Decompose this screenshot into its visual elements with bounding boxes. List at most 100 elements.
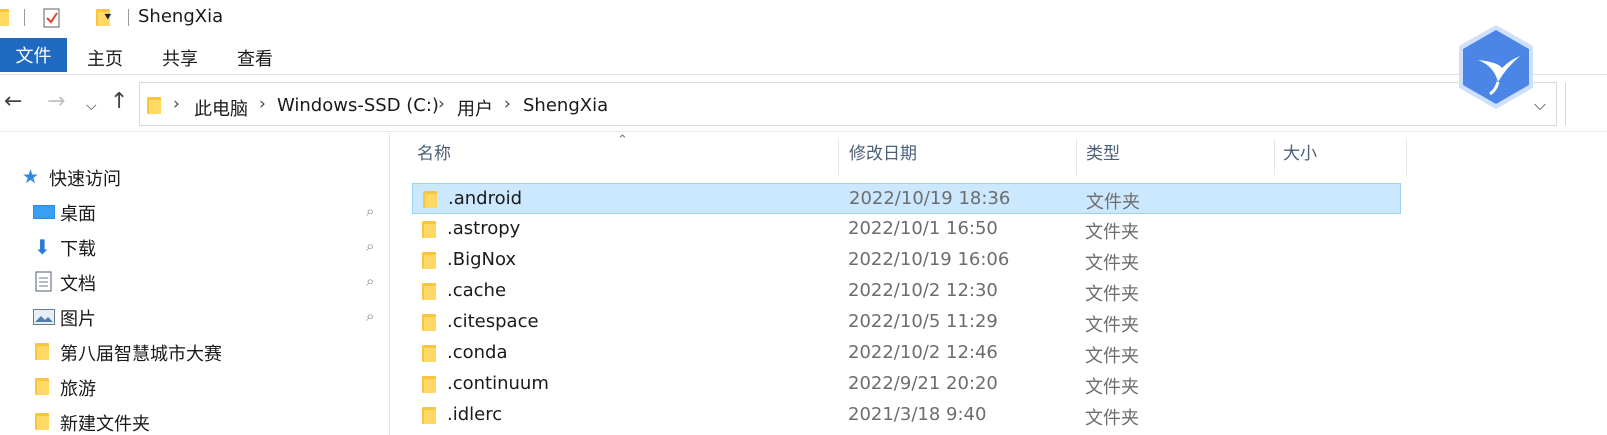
column-header-size[interactable]: 大小: [1283, 139, 1317, 173]
chevron-right-icon[interactable]: ›: [173, 94, 180, 114]
sidebar-item-label: 旅游: [60, 379, 96, 400]
pin-icon[interactable]: ⌕: [366, 202, 374, 220]
sidebar-item-label: 桌面: [60, 204, 96, 225]
customize-dropdown-icon[interactable]: ⯆: [103, 10, 113, 25]
star-icon: ★: [22, 166, 40, 188]
file-type: 文件夹: [1085, 222, 1139, 243]
file-date: 2022/10/19 18:36: [849, 188, 1011, 209]
sidebar-item-label: 第八届智慧城市大赛: [60, 344, 222, 365]
up-arrow-icon[interactable]: ↑: [110, 90, 128, 114]
sidebar-item-pictures[interactable]: 图片 ⌕: [0, 301, 390, 333]
file-type: 文件夹: [1085, 408, 1139, 429]
breadcrumb-drive[interactable]: Windows-SSD (C:): [277, 95, 439, 116]
desktop-icon: [33, 204, 55, 224]
pictures-icon: [33, 309, 55, 329]
forward-arrow-icon[interactable]: →: [47, 90, 65, 114]
tab-home[interactable]: 主页: [87, 45, 123, 71]
recent-locations-chevron-icon[interactable]: ⌵: [86, 94, 97, 118]
quick-access-label: 快速访问: [49, 169, 121, 190]
table-row[interactable]: .continuum 2022/9/21 20:20 文件夹: [412, 369, 1401, 400]
file-type: 文件夹: [1085, 346, 1139, 367]
properties-checkmark-icon[interactable]: [42, 7, 62, 33]
breadcrumb-this-pc[interactable]: 此电脑: [194, 95, 248, 121]
table-row[interactable]: .idlerc 2021/3/18 9:40 文件夹: [412, 400, 1401, 431]
folder-icon: [421, 405, 437, 425]
divider: [1565, 82, 1566, 126]
folder-icon: [34, 411, 50, 431]
sidebar-item-folder[interactable]: 旅游: [0, 371, 390, 403]
pin-icon[interactable]: ⌕: [366, 237, 374, 255]
folder-icon: [421, 219, 437, 239]
file-type: 文件夹: [1086, 192, 1140, 213]
chevron-right-icon[interactable]: ›: [504, 94, 511, 114]
folder-icon: [421, 250, 437, 270]
file-type: 文件夹: [1085, 253, 1139, 274]
file-name: .conda: [447, 342, 508, 363]
tab-file[interactable]: 文件: [0, 38, 67, 72]
folder-icon: [421, 343, 437, 363]
table-row[interactable]: .BigNox 2022/10/19 16:06 文件夹: [412, 245, 1401, 276]
file-name: .continuum: [447, 373, 549, 394]
file-date: 2022/10/1 16:50: [848, 218, 998, 239]
folder-icon: [34, 376, 50, 396]
divider: [24, 9, 25, 26]
sidebar-item-folder[interactable]: 新建文件夹: [0, 406, 390, 435]
file-date: 2022/9/21 20:20: [848, 373, 998, 394]
file-name: .BigNox: [447, 249, 517, 270]
column-header-type[interactable]: 类型: [1086, 139, 1120, 173]
table-row[interactable]: .conda 2022/10/2 12:46 文件夹: [412, 338, 1401, 369]
column-header-date[interactable]: 修改日期: [849, 139, 917, 173]
tab-share[interactable]: 共享: [162, 45, 198, 71]
address-bar[interactable]: › 此电脑 › Windows-SSD (C:) › 用户 › ShengXia…: [139, 82, 1557, 126]
pin-icon[interactable]: ⌕: [366, 272, 374, 290]
column-divider[interactable]: [1274, 139, 1275, 175]
chevron-right-icon[interactable]: ›: [259, 94, 266, 114]
file-date: 2022/10/2 12:30: [848, 280, 998, 301]
ribbon-tabs: 文件 主页 共享 查看: [0, 38, 1607, 75]
folder-icon: [146, 95, 162, 115]
sidebar-item-label: 新建文件夹: [60, 414, 150, 435]
folder-icon: [421, 312, 437, 332]
file-name: .cache: [447, 280, 507, 301]
breadcrumb-user-folder[interactable]: ShengXia: [523, 95, 608, 116]
file-date: 2022/10/5 11:29: [848, 311, 998, 332]
folder-icon: [422, 189, 438, 209]
column-header-name[interactable]: 名称: [417, 139, 451, 173]
title-bar: ⯆ ShengXia: [0, 0, 1607, 36]
file-type: 文件夹: [1085, 284, 1139, 305]
file-name: .citespace: [447, 311, 539, 332]
file-date: 2022/10/2 12:46: [848, 342, 998, 363]
sidebar-item-desktop[interactable]: 桌面 ⌕: [0, 196, 390, 228]
sidebar-item-documents[interactable]: 文档 ⌕: [0, 266, 390, 298]
table-row[interactable]: .astropy 2022/10/1 16:50 文件夹: [412, 214, 1401, 245]
document-icon: [35, 271, 53, 297]
chevron-right-icon[interactable]: ›: [438, 94, 445, 114]
table-row[interactable]: .android 2022/10/19 18:36 文件夹: [412, 183, 1401, 214]
navigation-pane: ★ 快速访问 桌面 ⌕ ⬇ 下载 ⌕ 文档 ⌕ 图片 ⌕ 第八届智慧城市大赛 旅…: [0, 133, 390, 435]
file-type: 文件夹: [1085, 377, 1139, 398]
file-type: 文件夹: [1085, 315, 1139, 336]
app-logo-icon: [1459, 25, 1533, 109]
pin-icon[interactable]: ⌕: [366, 307, 374, 325]
breadcrumb-users[interactable]: 用户: [457, 95, 493, 121]
file-date: 2022/10/19 16:06: [848, 249, 1010, 270]
sidebar-item-label: 图片: [60, 309, 96, 330]
window-title: ShengXia: [138, 6, 224, 27]
column-divider[interactable]: [1076, 139, 1077, 175]
folder-icon: [421, 281, 437, 301]
download-icon: ⬇: [34, 235, 51, 259]
table-row[interactable]: .cache 2022/10/2 12:30 文件夹: [412, 276, 1401, 307]
folder-icon[interactable]: [0, 7, 10, 27]
navigation-bar: ← → ⌵ ↑ › 此电脑 › Windows-SSD (C:) › 用户 › …: [0, 76, 1607, 132]
file-list: ⌃ 名称 修改日期 类型 大小 .android 2022/10/19 18:3…: [391, 133, 1607, 435]
table-row[interactable]: .citespace 2022/10/5 11:29 文件夹: [412, 307, 1401, 338]
divider: [128, 9, 129, 26]
back-arrow-icon[interactable]: ←: [4, 90, 22, 114]
sidebar-item-folder[interactable]: 第八届智慧城市大赛: [0, 336, 390, 368]
tab-view[interactable]: 查看: [237, 45, 273, 71]
folder-icon: [421, 374, 437, 394]
quick-access[interactable]: ★ 快速访问: [0, 161, 390, 193]
column-divider[interactable]: [1406, 139, 1407, 175]
column-divider[interactable]: [838, 139, 839, 175]
sidebar-item-downloads[interactable]: ⬇ 下载 ⌕: [0, 231, 390, 263]
